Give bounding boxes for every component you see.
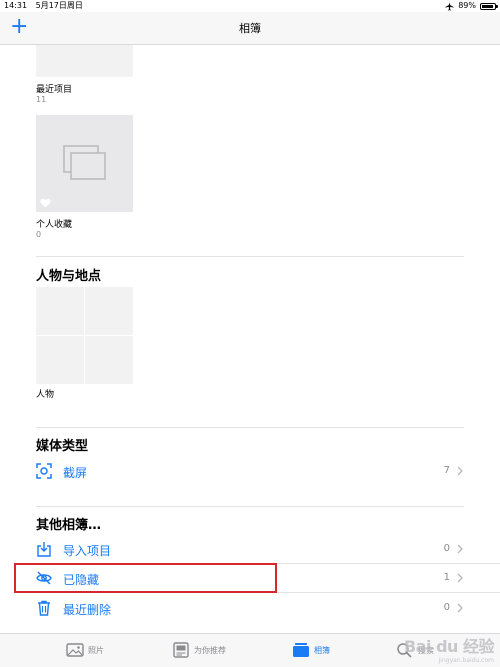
list-item-imports[interactable]: 导入项目 0: [36, 536, 500, 564]
album-count-recents: 11: [36, 95, 47, 104]
status-time: 14:31: [4, 1, 28, 10]
watermark-main: Bai du 经验: [404, 637, 494, 656]
list-item-count: 1: [443, 572, 450, 583]
for-you-icon: [173, 642, 189, 658]
import-icon: [37, 542, 51, 557]
section-divider: [36, 506, 464, 507]
tab-albums[interactable]: 相簿: [292, 642, 330, 658]
section-title-other-albums: 其他相簿…: [36, 518, 102, 533]
section-divider: [36, 256, 464, 257]
airplane-icon: [445, 1, 454, 11]
list-item-label: 最近删除: [63, 603, 112, 617]
album-thumbnail-people[interactable]: [36, 287, 133, 384]
chevron-right-icon: [457, 603, 463, 613]
people-tile: [85, 287, 133, 335]
album-name-recents: 最近项目: [36, 85, 73, 95]
people-tile: [36, 287, 84, 335]
watermark-sub: jingyan.baidu.com: [438, 657, 494, 664]
album-thumbnail-recents[interactable]: [36, 45, 133, 77]
battery-percent: 89%: [458, 1, 476, 10]
screenshot-icon: [36, 463, 52, 479]
album-count-favorites: 0: [36, 230, 42, 239]
tab-label: 相簿: [314, 645, 330, 655]
chevron-right-icon: [457, 544, 463, 554]
status-bar: 14:31 5月17日周日 89%: [0, 0, 500, 12]
list-item-label: 截屏: [63, 466, 88, 480]
albums-content[interactable]: 最近项目 11 个人收藏 0 人物与地点 人物 媒体类型 截屏 7 其他相簿…: [0, 45, 500, 633]
heart-icon: [40, 198, 51, 208]
people-tile: [85, 336, 133, 384]
album-thumbnail-favorites[interactable]: [36, 115, 133, 212]
tab-for-you[interactable]: 为你推荐: [172, 642, 226, 658]
photos-icon: [66, 643, 84, 657]
album-name-people: 人物: [36, 390, 55, 400]
list-item-label: 导入项目: [63, 544, 112, 558]
album-placeholder-icon: [63, 145, 106, 180]
annotation-highlight-box: [14, 563, 277, 593]
list-item-screenshots[interactable]: 截屏 7: [36, 458, 464, 486]
tab-label: 为你推荐: [194, 645, 226, 655]
nav-bar: + 相簿: [0, 12, 500, 45]
trash-icon: [38, 600, 50, 616]
page-title: 相簿: [239, 22, 261, 35]
status-date: 5月17日周日: [35, 1, 83, 10]
section-divider: [36, 427, 464, 428]
baidu-watermark: Bai du 经验 jingyan.baidu.com: [404, 633, 494, 664]
album-name-favorites: 个人收藏: [36, 220, 73, 230]
chevron-right-icon: [457, 466, 463, 476]
list-item-count: 7: [443, 465, 450, 476]
tab-photos[interactable]: 照片: [66, 642, 104, 658]
section-title-people: 人物与地点: [36, 269, 102, 284]
tab-label: 照片: [88, 645, 104, 655]
chevron-right-icon: [457, 573, 463, 583]
battery-icon: [480, 2, 498, 10]
list-item-count: 0: [443, 543, 450, 554]
list-item-recently-deleted[interactable]: 最近删除 0: [36, 595, 464, 623]
people-tile: [36, 336, 84, 384]
albums-icon: [293, 643, 309, 657]
section-title-media-types: 媒体类型: [36, 439, 89, 454]
list-item-count: 0: [443, 602, 450, 613]
